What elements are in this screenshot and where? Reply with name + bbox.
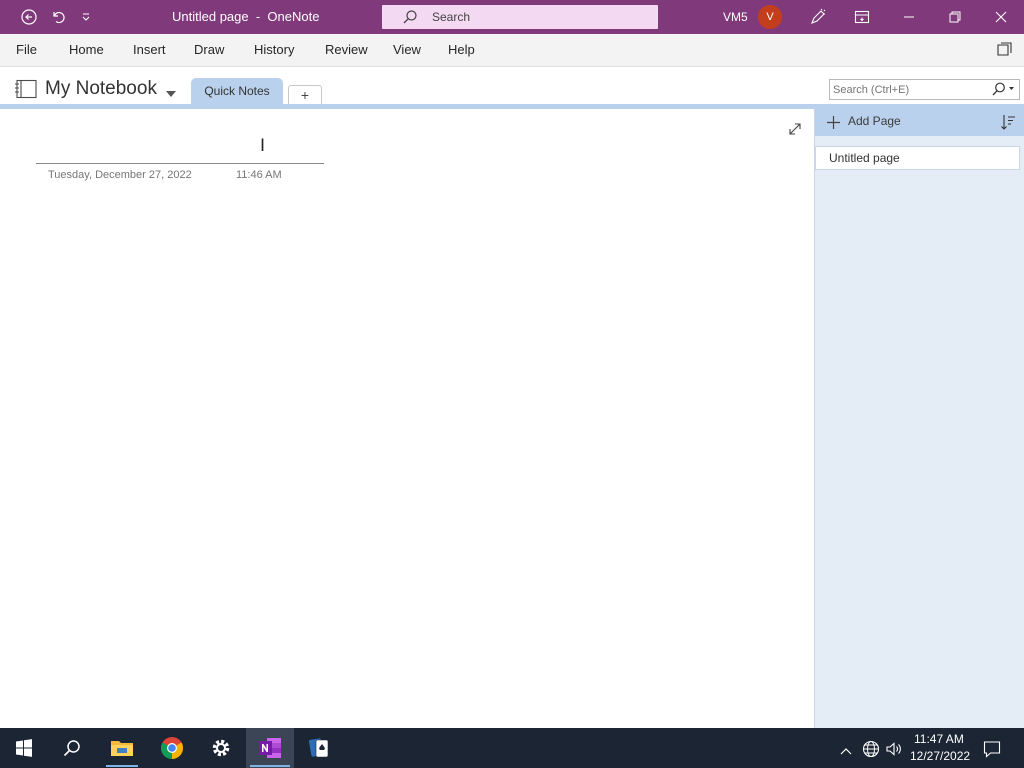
add-page-button[interactable]: Add Page [815, 109, 1024, 136]
sticky-notes-icon[interactable] [996, 42, 1012, 63]
coauthor-pen-icon[interactable] [804, 0, 832, 34]
page-title-underline[interactable] [36, 163, 324, 164]
minimize-icon[interactable] [886, 0, 932, 34]
notebook-search-input[interactable] [830, 81, 983, 99]
menu-draw[interactable]: Draw [194, 42, 224, 57]
ribbon-display-icon[interactable] [848, 0, 876, 34]
notebook-bar: My Notebook Quick Notes + [0, 67, 1024, 106]
notification-center-icon[interactable] [983, 740, 1001, 763]
menu-help[interactable]: Help [448, 42, 475, 57]
title-bar: Untitled page - OneNote Search VM5 V [0, 0, 1024, 34]
clock-time[interactable]: 11:47 AM [914, 732, 964, 746]
notebook-name[interactable]: My Notebook [45, 78, 157, 100]
add-page-label: Add Page [848, 114, 901, 128]
add-section-button[interactable]: + [288, 85, 322, 106]
avatar[interactable]: V [758, 5, 782, 29]
page-date: Tuesday, December 27, 2022 [48, 169, 192, 181]
menu-file[interactable]: File [16, 42, 37, 57]
menu-insert[interactable]: Insert [133, 42, 166, 57]
text-cursor-icon: I [260, 136, 266, 156]
search-icon[interactable] [48, 728, 96, 768]
user-name[interactable]: VM5 [723, 10, 748, 24]
file-explorer-icon[interactable] [98, 728, 146, 768]
plus-icon [826, 115, 841, 135]
undo-icon[interactable] [44, 0, 72, 34]
windows-start-icon[interactable] [0, 728, 48, 768]
chevron-down-icon[interactable] [165, 85, 177, 103]
search-icon [402, 9, 418, 30]
page-list-item-label: Untitled page [829, 151, 900, 165]
customize-qat-icon[interactable] [76, 0, 96, 34]
notebook-search[interactable] [829, 79, 1020, 100]
menu-review[interactable]: Review [325, 42, 368, 57]
full-page-view-icon[interactable] [788, 122, 802, 141]
chrome-icon[interactable] [148, 728, 196, 768]
ribbon-tabs: File Home Insert Draw History Review Vie… [0, 34, 1024, 67]
search-box[interactable]: Search [382, 5, 658, 29]
page-list: Add Page Untitled page [814, 109, 1024, 728]
menu-history[interactable]: History [254, 42, 294, 57]
chevron-up-icon[interactable] [840, 742, 852, 760]
sort-icon[interactable] [1000, 114, 1016, 135]
menu-view[interactable]: View [393, 42, 421, 57]
page-list-item[interactable]: Untitled page [815, 146, 1020, 170]
menu-home[interactable]: Home [69, 42, 104, 57]
volume-icon[interactable] [885, 740, 903, 763]
solitaire-icon[interactable] [295, 728, 343, 768]
back-icon[interactable] [14, 0, 44, 34]
taskbar: 11:47 AM 12/27/2022 [0, 728, 1024, 768]
restore-icon[interactable] [932, 0, 978, 34]
document-title: Untitled page - OneNote [172, 9, 320, 24]
network-icon[interactable] [862, 740, 880, 763]
search-icon[interactable] [990, 82, 1016, 101]
onenote-icon[interactable] [246, 728, 294, 768]
active-indicator [106, 765, 138, 767]
tab-quick-notes[interactable]: Quick Notes [191, 78, 283, 105]
page-canvas[interactable]: I Tuesday, December 27, 2022 11:46 AM [0, 109, 814, 728]
active-indicator [250, 765, 290, 767]
settings-icon[interactable] [197, 728, 245, 768]
notebook-icon[interactable] [14, 79, 38, 104]
page-time: 11:46 AM [236, 169, 282, 181]
close-icon[interactable] [978, 0, 1024, 34]
clock-date[interactable]: 12/27/2022 [910, 749, 970, 763]
search-placeholder: Search [432, 10, 471, 24]
